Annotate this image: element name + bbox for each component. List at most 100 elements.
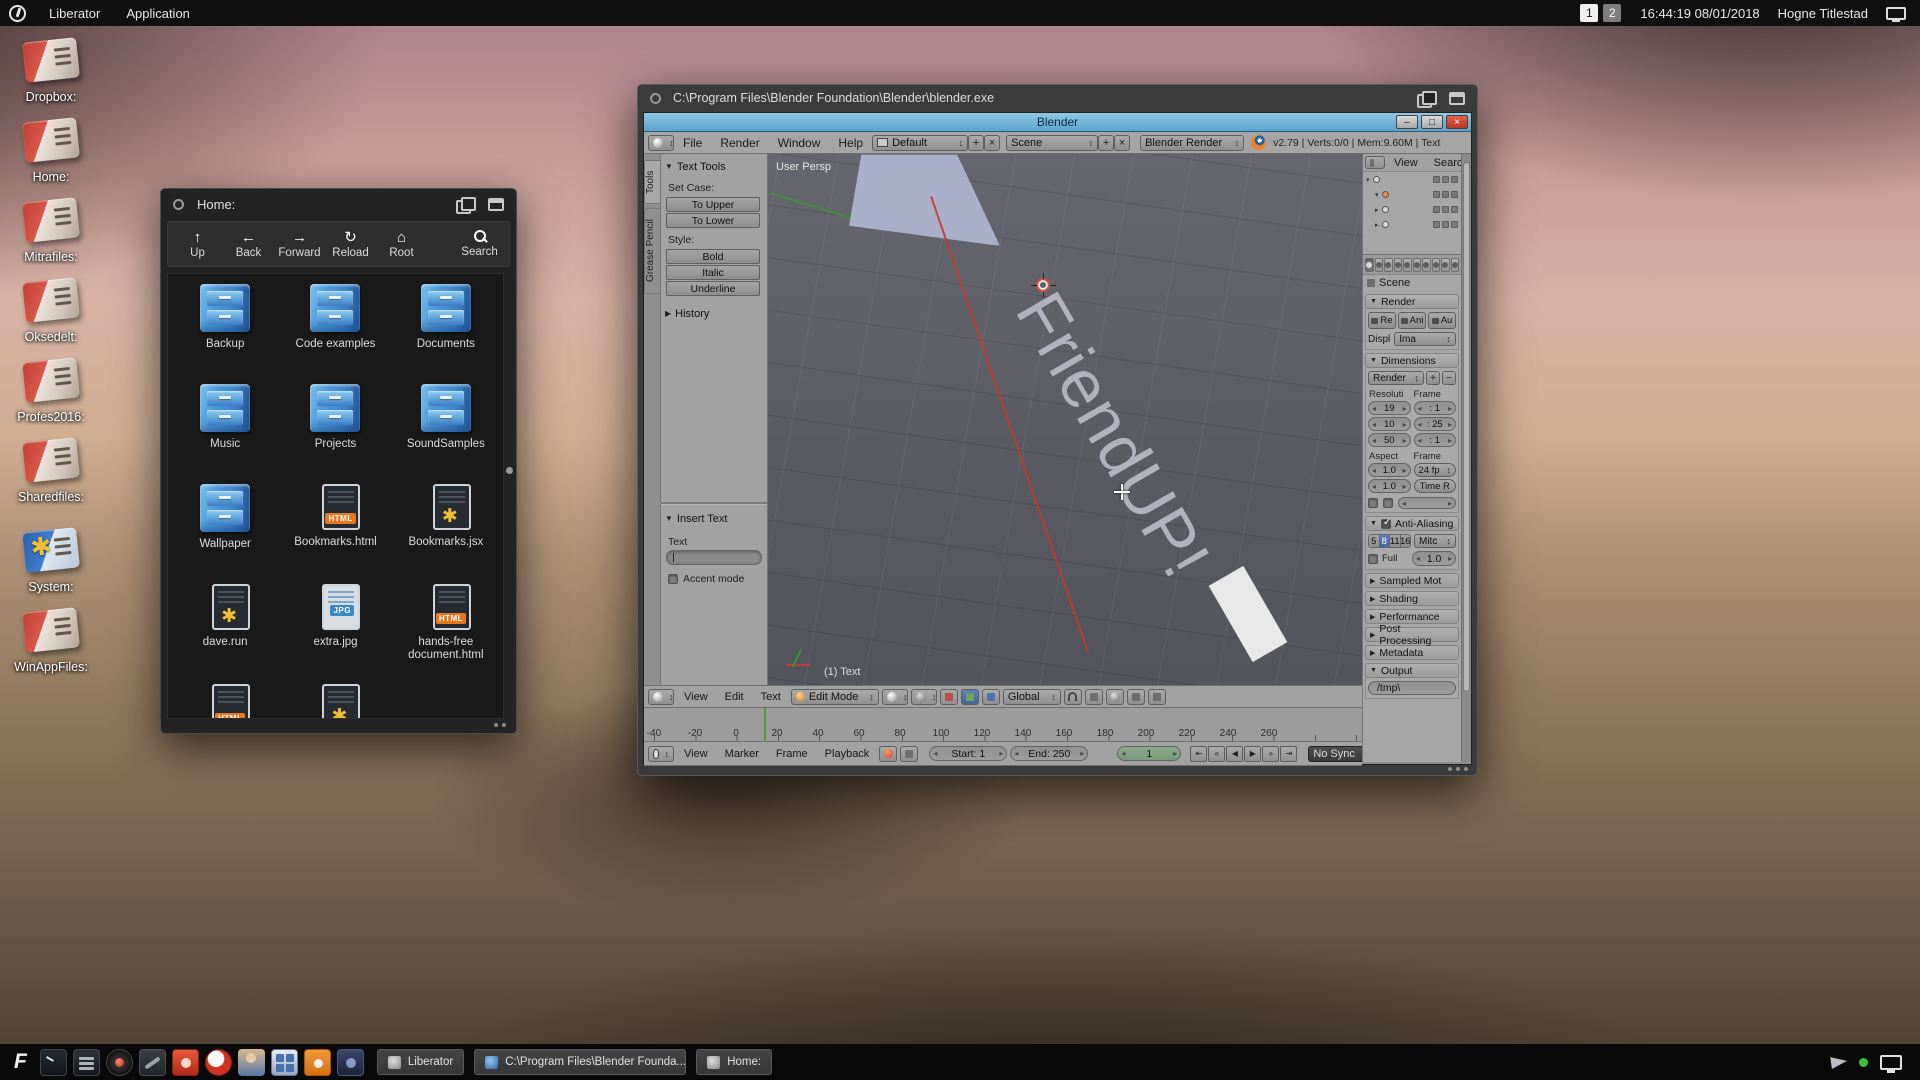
filemanager-titlebar[interactable]: Home: — [161, 189, 516, 219]
file-item-wallpaper[interactable]: Wallpaper — [170, 484, 280, 576]
tab-render-layers-icon[interactable] — [1375, 258, 1384, 272]
tab-object-icon[interactable] — [1403, 258, 1412, 272]
properties-scrollbar[interactable] — [1461, 154, 1471, 762]
task-blender[interactable]: C:\Program Files\Blender Founda... — [474, 1049, 686, 1075]
output-path-field[interactable]: /tmp\ — [1368, 681, 1456, 695]
restrict-view-icon[interactable] — [1433, 221, 1440, 228]
outliner-row[interactable]: ▸ — [1363, 202, 1461, 217]
timeline-marker-menu[interactable]: Marker — [718, 748, 766, 760]
restrict-render-icon[interactable] — [1451, 176, 1458, 183]
expand-icon[interactable]: ▸ — [1375, 206, 1379, 214]
manipulator-translate-button[interactable] — [940, 689, 958, 705]
calculator-icon[interactable] — [271, 1049, 298, 1076]
jump-end-button[interactable]: ⇥ — [1280, 746, 1297, 762]
next-keyframe-button[interactable]: » — [1262, 746, 1279, 762]
manipulator-rotate-button[interactable] — [961, 689, 979, 705]
restrict-render-icon[interactable] — [1451, 221, 1458, 228]
start-frame-field[interactable]: Start: 1 — [929, 746, 1007, 761]
play-button[interactable]: ▶ — [1244, 746, 1261, 762]
file-item-bookmarks-html[interactable]: HTMLBookmarks.html — [280, 484, 390, 576]
panel-history[interactable]: History — [665, 306, 763, 321]
restrict-render-icon[interactable] — [1451, 206, 1458, 213]
desktop-icon-home[interactable]: Home: — [8, 120, 94, 184]
tab-world-icon[interactable] — [1394, 258, 1403, 272]
toggle-size-icon[interactable] — [1449, 92, 1465, 105]
file-item-bookmarks-jsx[interactable]: Bookmarks.jsx — [391, 484, 501, 576]
menu-window[interactable]: Window — [769, 136, 830, 150]
duplicate-window-icon[interactable] — [1417, 91, 1434, 105]
camera-app-icon[interactable] — [304, 1049, 331, 1076]
aa-filter-select[interactable]: Mitc — [1414, 534, 1456, 548]
forward-button[interactable]: →Forward — [274, 229, 325, 260]
aspect-x-field[interactable]: 1.0 — [1368, 463, 1411, 477]
underline-button[interactable]: Underline — [666, 281, 760, 296]
desktop-icon-mitrafiles[interactable]: Mitrafiles: — [8, 200, 94, 264]
spacer-field[interactable] — [1398, 497, 1456, 509]
games-icon[interactable] — [337, 1049, 364, 1076]
outliner-view-menu[interactable]: View — [1387, 157, 1425, 169]
frame-end-field[interactable]: : 25 — [1414, 417, 1457, 431]
render-presets-select[interactable]: Render — [1368, 371, 1424, 385]
resolution-y-field[interactable]: 10 — [1368, 417, 1411, 431]
timeline-playback-menu[interactable]: Playback — [818, 748, 877, 760]
expand-icon[interactable]: ▾ — [1375, 191, 1379, 199]
play-reverse-button[interactable]: ◀ — [1226, 746, 1243, 762]
desktop-icon-dropbox[interactable]: Dropbox: — [8, 40, 94, 104]
search-button[interactable]: Search — [454, 229, 505, 259]
screen-layout-select[interactable]: Default — [872, 135, 968, 151]
tab-grease-pencil[interactable]: Grease Pencil — [644, 208, 661, 294]
crop-checkbox[interactable] — [1383, 498, 1393, 508]
jump-start-button[interactable]: ⇤ — [1190, 746, 1207, 762]
tab-constraints-icon[interactable] — [1413, 258, 1422, 272]
menu-help[interactable]: Help — [829, 136, 872, 150]
keying-set-button[interactable] — [900, 746, 918, 762]
outliner-row[interactable]: ▾ — [1363, 187, 1461, 202]
panel-insert-text[interactable]: Insert Text — [665, 511, 763, 526]
tab-material-icon[interactable] — [1441, 258, 1450, 272]
end-frame-field[interactable]: End: 250 — [1010, 746, 1088, 761]
tab-tools[interactable]: Tools — [644, 160, 661, 204]
file-item-soundsamples[interactable]: SoundSamples — [391, 384, 501, 476]
display-mode-select[interactable]: Ima — [1394, 332, 1456, 346]
workspace-1-button[interactable]: 1 — [1580, 4, 1598, 22]
restrict-view-icon[interactable] — [1433, 176, 1440, 183]
tools-icon[interactable] — [139, 1049, 166, 1076]
pivot-select[interactable] — [911, 689, 937, 705]
task-liberator[interactable]: Liberator — [377, 1049, 464, 1075]
maximize-button[interactable]: □ — [1421, 115, 1443, 129]
insert-text-field[interactable] — [666, 550, 762, 565]
proportional-edit-button[interactable] — [1106, 689, 1124, 705]
tab-modifiers-icon[interactable] — [1422, 258, 1431, 272]
record-app-icon[interactable] — [106, 1049, 133, 1076]
tab-render-icon[interactable] — [1365, 258, 1374, 272]
expand-icon[interactable]: ▸ — [1375, 221, 1379, 229]
render-engine-select[interactable]: Blender Render — [1140, 135, 1244, 151]
window-menu-icon[interactable] — [650, 93, 661, 104]
snap-element-button[interactable] — [1085, 689, 1103, 705]
italic-button[interactable]: Italic — [666, 265, 760, 280]
file-item-handsfree-document[interactable]: HTMLhands-free document.html — [391, 584, 501, 676]
menu-file[interactable]: File — [674, 136, 711, 150]
display-icon[interactable] — [1880, 1055, 1902, 1070]
render-opengl-button[interactable] — [1127, 689, 1145, 705]
orientation-select[interactable]: Global — [1003, 689, 1061, 705]
to-lower-button[interactable]: To Lower — [666, 213, 760, 228]
frame-start-field[interactable]: : 1 — [1414, 401, 1457, 415]
tab-physics-icon[interactable] — [1451, 258, 1460, 272]
mode-select[interactable]: Edit Mode — [791, 689, 879, 705]
resolution-percent-field[interactable]: 50 — [1368, 433, 1411, 447]
aa-checkbox[interactable] — [1381, 519, 1391, 529]
outliner-search-menu[interactable]: Search — [1427, 157, 1461, 169]
aa-samples-11-button[interactable]: 11 — [1389, 534, 1401, 548]
panel-post-processing[interactable]: Post Processing — [1365, 627, 1459, 642]
remove-preset-button[interactable]: − — [1442, 371, 1456, 385]
accent-mode-checkbox[interactable]: Accent mode — [668, 573, 744, 585]
desktop-icon-winappfiles[interactable]: WinAppFiles: — [8, 610, 94, 674]
render-opengl-anim-button[interactable] — [1148, 689, 1166, 705]
aa-samples-16-button[interactable]: 16 — [1400, 534, 1412, 548]
desktop-icon-sharedfiles[interactable]: Sharedfiles: — [8, 440, 94, 504]
render-button[interactable]: Re — [1368, 312, 1396, 329]
delete-layout-button[interactable]: × — [984, 135, 1000, 151]
view-menu[interactable]: View — [677, 691, 715, 703]
menu-application[interactable]: Application — [113, 6, 203, 21]
